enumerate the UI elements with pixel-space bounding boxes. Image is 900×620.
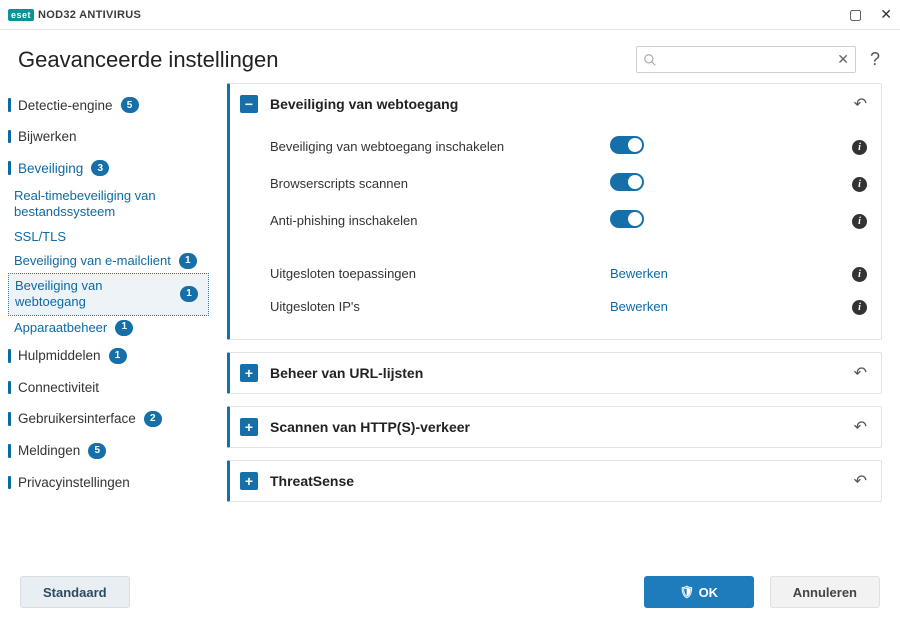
- toggle-browser-scripts[interactable]: [610, 173, 644, 191]
- toggle-enable-web[interactable]: [610, 136, 644, 154]
- sidebar-item-label: Apparaatbeheer: [14, 320, 107, 336]
- toggle-antiphishing[interactable]: [610, 210, 644, 228]
- page-header: Geavanceerde instellingen ✕ ?: [0, 30, 900, 83]
- sidebar-item-detectie-engine[interactable]: Detectie-engine 5: [0, 89, 215, 121]
- panel-title: Beheer van URL-lijsten: [270, 365, 423, 381]
- sidebar-item-beveiliging[interactable]: Beveiliging 3: [0, 152, 215, 184]
- panel-header[interactable]: + Scannen van HTTP(S)-verkeer ↶: [230, 407, 881, 447]
- sidebar-item-meldingen[interactable]: Meldingen 5: [0, 435, 215, 467]
- panel-body: Beveiliging van webtoegang inschakelen i…: [230, 124, 881, 339]
- sidebar-item-emailclient[interactable]: Beveiliging van e-mailclient 1: [0, 249, 215, 273]
- panel-header[interactable]: − Beveiliging van webtoegang ↶: [230, 84, 881, 124]
- sidebar-badge: 2: [144, 411, 162, 427]
- undo-icon[interactable]: ↶: [854, 417, 867, 437]
- edit-link[interactable]: Bewerken: [610, 266, 668, 281]
- sidebar-item-label: Gebruikersinterface: [18, 411, 136, 426]
- sidebar-item-ssltls[interactable]: SSL/TLS: [0, 225, 215, 249]
- sidebar-item-gebruikersinterface[interactable]: Gebruikersinterface 2: [0, 403, 215, 435]
- undo-icon[interactable]: ↶: [854, 471, 867, 491]
- search-area: ✕ ?: [636, 46, 880, 73]
- sidebar-item-label: Real-timebeveiliging van bestandssysteem: [14, 188, 205, 221]
- edit-link[interactable]: Bewerken: [610, 299, 668, 314]
- sidebar-item-connectiviteit[interactable]: Connectiviteit: [0, 372, 215, 403]
- sidebar-item-label: Beveiliging van webtoegang: [15, 278, 172, 311]
- panel-title: ThreatSense: [270, 473, 354, 489]
- ok-button[interactable]: 🛡 OK: [644, 576, 754, 608]
- sidebar-item-bijwerken[interactable]: Bijwerken: [0, 121, 215, 152]
- footer: Standaard 🛡 OK Annuleren: [0, 564, 900, 620]
- sidebar-item-label: Hulpmiddelen: [18, 348, 101, 363]
- info-icon[interactable]: i: [852, 214, 867, 229]
- maximize-icon[interactable]: ▢: [849, 6, 862, 23]
- info-icon[interactable]: i: [852, 300, 867, 315]
- sidebar-item-label: Meldingen: [18, 443, 80, 458]
- panel-header[interactable]: + ThreatSense ↶: [230, 461, 881, 501]
- panel-title: Scannen van HTTP(S)-verkeer: [270, 419, 470, 435]
- setting-label: Anti-phishing inschakelen: [270, 213, 610, 228]
- sidebar-badge: 1: [115, 320, 133, 336]
- app-logo: eset NOD32 ANTIVIRUS: [8, 9, 141, 21]
- setting-label: Beveiliging van webtoegang inschakelen: [270, 139, 610, 154]
- default-button[interactable]: Standaard: [20, 576, 130, 608]
- sidebar-badge: 1: [179, 253, 197, 269]
- sidebar-badge: 1: [109, 348, 127, 364]
- panel-threatsense: + ThreatSense ↶: [227, 460, 882, 502]
- search-input[interactable]: [657, 53, 837, 67]
- search-icon: [643, 53, 657, 67]
- sidebar-item-webtoegang[interactable]: Beveiliging van webtoegang 1: [8, 273, 209, 316]
- sidebar-item-label: Bijwerken: [18, 129, 77, 144]
- sidebar-badge: 5: [88, 443, 106, 459]
- expand-icon[interactable]: +: [240, 364, 258, 382]
- page-title: Geavanceerde instellingen: [18, 47, 279, 73]
- sidebar-badge: 1: [180, 286, 198, 302]
- sidebar-item-label: Connectiviteit: [18, 380, 99, 395]
- panel-url-lists: + Beheer van URL-lijsten ↶: [227, 352, 882, 394]
- cancel-button[interactable]: Annuleren: [770, 576, 880, 608]
- setting-excluded-apps: Uitgesloten toepassingen Bewerken i: [270, 257, 867, 290]
- sidebar-item-label: Beveiliging van e-mailclient: [14, 253, 171, 269]
- info-icon[interactable]: i: [852, 267, 867, 282]
- expand-icon[interactable]: +: [240, 472, 258, 490]
- panel-title: Beveiliging van webtoegang: [270, 96, 458, 112]
- info-icon[interactable]: i: [852, 140, 867, 155]
- setting-browser-scripts: Browserscripts scannen i: [270, 165, 867, 202]
- collapse-icon[interactable]: −: [240, 95, 258, 113]
- panel-web-access: − Beveiliging van webtoegang ↶ Beveiligi…: [227, 83, 882, 340]
- titlebar: eset NOD32 ANTIVIRUS ▢ ✕: [0, 0, 900, 30]
- sidebar: Detectie-engine 5 Bijwerken Beveiliging …: [0, 83, 215, 557]
- clear-search-icon[interactable]: ✕: [837, 51, 849, 68]
- sidebar-item-privacy[interactable]: Privacyinstellingen: [0, 467, 215, 498]
- logo-badge: eset: [8, 9, 34, 21]
- window-controls: ▢ ✕: [849, 6, 892, 23]
- ok-label: OK: [699, 585, 719, 600]
- sidebar-badge: 5: [121, 97, 139, 113]
- main-content: − Beveiliging van webtoegang ↶ Beveiligi…: [215, 83, 900, 557]
- undo-icon[interactable]: ↶: [854, 94, 867, 114]
- setting-excluded-ips: Uitgesloten IP's Bewerken i: [270, 290, 867, 323]
- sidebar-item-label: Privacyinstellingen: [18, 475, 130, 490]
- setting-antiphishing: Anti-phishing inschakelen i: [270, 202, 867, 239]
- product-name: NOD32 ANTIVIRUS: [38, 9, 141, 21]
- setting-label: Uitgesloten IP's: [270, 299, 610, 314]
- sidebar-item-label: Detectie-engine: [18, 98, 113, 113]
- setting-label: Browserscripts scannen: [270, 176, 610, 191]
- shield-icon: 🛡: [679, 585, 694, 599]
- setting-enable-web: Beveiliging van webtoegang inschakelen i: [270, 128, 867, 165]
- expand-icon[interactable]: +: [240, 418, 258, 436]
- info-icon[interactable]: i: [852, 177, 867, 192]
- help-icon[interactable]: ?: [870, 49, 880, 70]
- sidebar-item-apparaatbeheer[interactable]: Apparaatbeheer 1: [0, 316, 215, 340]
- setting-label: Uitgesloten toepassingen: [270, 266, 610, 281]
- sidebar-item-realtime[interactable]: Real-timebeveiliging van bestandssysteem: [0, 184, 215, 225]
- close-icon[interactable]: ✕: [880, 6, 892, 23]
- sidebar-badge: 3: [91, 160, 109, 176]
- search-box[interactable]: ✕: [636, 46, 856, 73]
- sidebar-item-hulpmiddelen[interactable]: Hulpmiddelen 1: [0, 340, 215, 372]
- sidebar-item-label: SSL/TLS: [14, 229, 66, 245]
- panel-header[interactable]: + Beheer van URL-lijsten ↶: [230, 353, 881, 393]
- panel-http-scan: + Scannen van HTTP(S)-verkeer ↶: [227, 406, 882, 448]
- undo-icon[interactable]: ↶: [854, 363, 867, 383]
- sidebar-item-label: Beveiliging: [18, 161, 83, 176]
